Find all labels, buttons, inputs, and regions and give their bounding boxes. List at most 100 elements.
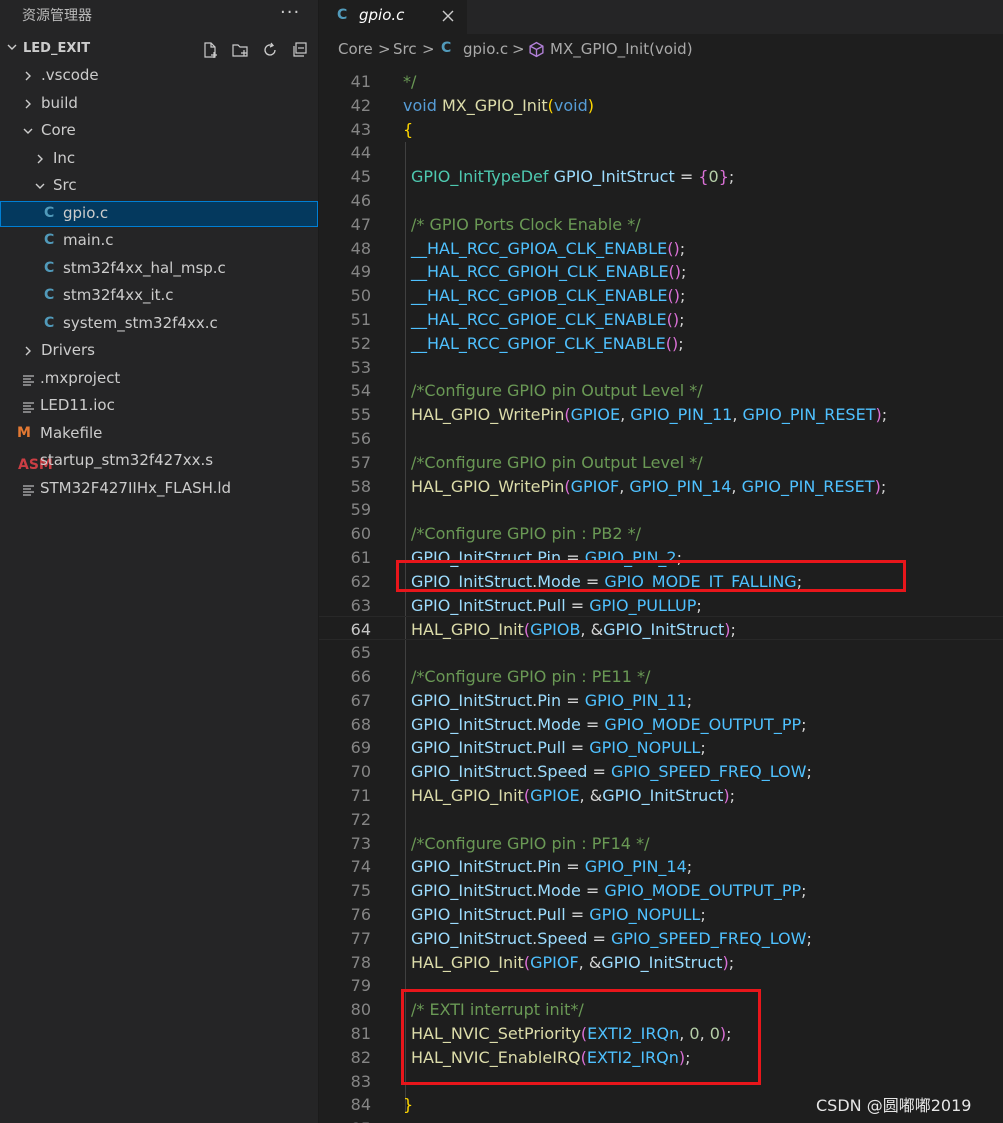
breadcrumb: Core > Src > C gpio.c > MX_GPIO_Init(voi… xyxy=(319,36,1003,62)
code-text: __HAL_RCC_GPIOF_CLK_ENABLE(); xyxy=(411,333,684,353)
breadcrumb-core[interactable]: Core xyxy=(338,40,373,58)
tree-item[interactable]: Drivers xyxy=(0,338,318,364)
code-line: 42 void MX_GPIO_Init(void) xyxy=(319,93,1003,117)
tree-item[interactable]: Src xyxy=(0,173,318,199)
tree-item[interactable]: Cstm32f4xx_it.c xyxy=(0,283,318,309)
c-file-icon: C xyxy=(44,232,55,248)
code-line: 55 HAL_GPIO_WritePin(GPIOE, GPIO_PIN_11, … xyxy=(319,402,1003,426)
code-text: HAL_GPIO_Init(GPIOE, &GPIO_InitStruct); xyxy=(411,786,735,805)
line-number: 43 xyxy=(350,119,371,139)
code-line: 48 __HAL_RCC_GPIOA_CLK_ENABLE(); xyxy=(319,236,1003,260)
new-folder-icon[interactable] xyxy=(231,41,249,59)
code-text: GPIO_InitStruct.Pin = GPIO_PIN_11; xyxy=(411,690,693,710)
tree-item[interactable]: Cmain.c xyxy=(0,228,318,254)
code-line: 72 xyxy=(319,807,1003,831)
tree-item[interactable]: LED11.ioc xyxy=(0,393,318,419)
code-line: 65 xyxy=(319,640,1003,664)
code-line: 59 xyxy=(319,497,1003,521)
watermark: CSDN @圆嘟嘟2019 xyxy=(816,1096,972,1115)
line-number: 82 xyxy=(350,1047,371,1067)
code-line: 56 xyxy=(319,426,1003,450)
tree-item[interactable]: .vscode xyxy=(0,63,318,89)
tree-item[interactable]: ASM startup_stm32f427xx.s xyxy=(0,448,318,474)
line-number: 60 xyxy=(350,524,371,544)
code-line: 50 __HAL_RCC_GPIOB_CLK_ENABLE(); xyxy=(319,283,1003,307)
code-text: /*Configure GPIO pin Output Level */ xyxy=(411,452,703,472)
code-text: HAL_GPIO_Init(GPIOB, &GPIO_InitStruct); xyxy=(411,620,736,640)
tree-item-label: system_stm32f4xx.c xyxy=(63,313,218,332)
explorer-title: 资源管理器 xyxy=(22,8,92,24)
close-icon[interactable] xyxy=(441,9,455,23)
more-actions-icon[interactable]: ··· xyxy=(280,2,300,23)
breadcrumb-file[interactable]: gpio.c xyxy=(463,40,508,58)
tree-item-label: startup_stm32f427xx.s xyxy=(40,451,214,469)
code-text: __HAL_RCC_GPIOB_CLK_ENABLE(); xyxy=(411,286,686,306)
line-number: 84 xyxy=(350,1095,371,1115)
chevron-down-icon xyxy=(35,183,45,189)
line-number: 72 xyxy=(350,809,371,829)
code-text: /*Configure GPIO pin Output Level */ xyxy=(411,381,703,401)
text-file-icon xyxy=(22,373,38,391)
line-number: 68 xyxy=(350,714,371,734)
code-line: 60 /*Configure GPIO pin : PB2 */ xyxy=(319,521,1003,545)
code-line: 85 xyxy=(319,1116,1003,1123)
refresh-icon[interactable] xyxy=(261,41,279,59)
breadcrumb-function[interactable]: MX_GPIO_Init(void) xyxy=(550,40,693,58)
line-number: 83 xyxy=(350,1071,371,1091)
project-header[interactable]: LED_EXIT xyxy=(0,38,318,62)
code-editor[interactable]: 41 */ 42 void MX_GPIO_Init(void) 43 {44 45 GPIO… xyxy=(319,66,1003,1123)
line-number: 51 xyxy=(350,310,371,329)
tree-item[interactable]: STM32F427IIHx_FLASH.ld xyxy=(0,476,318,502)
tree-item[interactable]: Inc xyxy=(0,146,318,172)
tree-item[interactable]: Core xyxy=(0,118,318,144)
asm-file-icon: ASM xyxy=(18,457,53,473)
c-file-icon: C xyxy=(44,204,55,221)
code-line: 45 GPIO_InitTypeDef GPIO_InitStruct = {0}… xyxy=(319,164,1003,188)
line-number: 63 xyxy=(350,595,371,615)
code-line: 41 */ xyxy=(319,69,1003,93)
line-number: 58 xyxy=(350,476,371,496)
line-number: 61 xyxy=(350,548,371,567)
tree-item[interactable]: M Makefile xyxy=(0,421,318,447)
code-text: __HAL_RCC_GPIOH_CLK_ENABLE(); xyxy=(411,262,687,282)
text-file-icon xyxy=(22,400,38,418)
code-line: 77 GPIO_InitStruct.Speed = GPIO_SPEED_FRE… xyxy=(319,926,1003,950)
code-line: 68 GPIO_InitStruct.Mode = GPIO_MODE_OUTPU… xyxy=(319,712,1003,736)
line-number: 65 xyxy=(350,643,371,663)
line-number: 69 xyxy=(350,738,371,758)
code-line: 46 xyxy=(319,188,1003,212)
code-line: 73 /*Configure GPIO pin : PF14 */ xyxy=(319,831,1003,855)
c-file-icon: C xyxy=(337,7,348,23)
line-number: 85 xyxy=(319,1119,371,1123)
code-line: 67 GPIO_InitStruct.Pin = GPIO_PIN_11; xyxy=(319,688,1003,712)
c-file-icon: C xyxy=(44,314,55,331)
breadcrumb-separator: > xyxy=(378,40,391,58)
line-number: 80 xyxy=(350,1000,371,1020)
project-name: LED_EXIT xyxy=(23,41,91,56)
breadcrumb-src[interactable]: Src xyxy=(393,40,417,58)
tree-item[interactable]: .mxproject xyxy=(0,366,318,392)
annotation-box-exti xyxy=(401,989,761,1085)
tab-gpio-c[interactable]: C gpio.c xyxy=(319,0,467,34)
tree-item[interactable]: Cgpio.c xyxy=(0,200,318,227)
code-text: } xyxy=(403,1095,414,1115)
tree-item[interactable]: build xyxy=(0,91,318,117)
code-line: 64 HAL_GPIO_Init(GPIOB, &GPIO_InitStruct)… xyxy=(319,616,1003,641)
line-number: 55 xyxy=(350,405,371,425)
collapse-all-icon[interactable] xyxy=(291,41,309,59)
annotation-box-mode xyxy=(396,560,906,592)
line-number: 41 xyxy=(350,72,371,91)
code-line: 47 /* GPIO Ports Clock Enable */ xyxy=(319,212,1003,236)
code-text: GPIO_InitStruct.Mode = GPIO_MODE_OUTPUT_… xyxy=(411,714,807,734)
tree-item-label: main.c xyxy=(63,231,114,249)
breadcrumb-separator: > xyxy=(512,40,525,58)
tree-item[interactable]: Cstm32f4xx_hal_msp.c xyxy=(0,256,318,282)
line-number: 59 xyxy=(350,500,371,520)
new-file-icon[interactable] xyxy=(201,41,219,59)
code-text: GPIO_InitStruct.Mode = GPIO_MODE_OUTPUT_… xyxy=(411,881,807,901)
line-number: 62 xyxy=(350,571,371,591)
tree-item[interactable]: Csystem_stm32f4xx.c xyxy=(0,311,318,337)
tree-item-label: stm32f4xx_hal_msp.c xyxy=(63,258,226,277)
c-file-icon: C xyxy=(44,259,55,276)
code-line: 58 HAL_GPIO_WritePin(GPIOF, GPIO_PIN_14, … xyxy=(319,474,1003,498)
